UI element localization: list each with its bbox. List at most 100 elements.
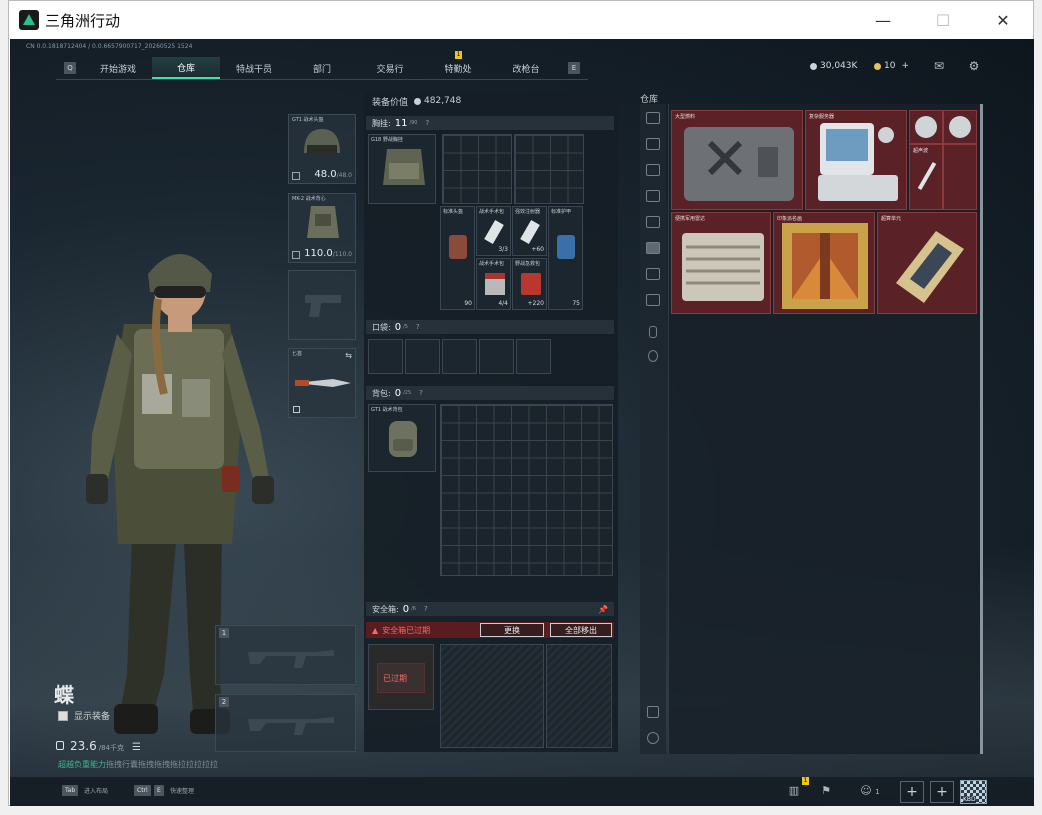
- pocket-slot[interactable]: [405, 339, 440, 374]
- equipment-value-amount: 482,748: [424, 96, 462, 106]
- chest-grid-1[interactable]: [442, 134, 512, 204]
- chest-item-first-aid[interactable]: 野战急救包 +220: [512, 258, 547, 310]
- item-label: 强效注射器: [515, 209, 541, 215]
- warehouse-item-server[interactable]: 复杂服务器: [805, 110, 907, 210]
- ctrl-combo-key[interactable]: E: [154, 785, 164, 796]
- chest-rig-slot[interactable]: G18 野战胸挂: [368, 134, 436, 204]
- warehouse-tab-icon[interactable]: [646, 164, 660, 176]
- tab-gunsmith[interactable]: 改枪台: [492, 57, 560, 79]
- durability-value: 110.0: [304, 248, 333, 259]
- lock-icon: [293, 406, 300, 413]
- safebox-header: 安全箱: 0 /6 ? 📌: [366, 602, 614, 616]
- help-icon[interactable]: ?: [416, 323, 420, 331]
- invite-slot-button[interactable]: +: [930, 781, 954, 803]
- sort-icon[interactable]: [647, 732, 659, 744]
- warehouse-item-supercomputer[interactable]: 超算单元: [877, 212, 977, 314]
- mail-icon[interactable]: ✉: [932, 59, 946, 73]
- primary-weapon-slot[interactable]: 1: [215, 625, 356, 685]
- section-count: 0: [402, 603, 410, 615]
- tab-operators[interactable]: 特战干员: [220, 57, 288, 79]
- gear-icon[interactable]: ⚙: [967, 59, 981, 73]
- slot-label: 匕首: [292, 351, 303, 357]
- secondary-weapon-slot[interactable]: 2: [215, 694, 356, 752]
- warehouse-item-ultrasound[interactable]: 超声波: [909, 144, 943, 210]
- tab-warehouse[interactable]: 仓库: [152, 57, 220, 79]
- player-avatar[interactable]: KBD: [960, 780, 987, 804]
- operator-name: 蝶: [54, 683, 74, 707]
- safebox-slot[interactable]: 已过期: [368, 644, 434, 710]
- move-all-button[interactable]: 全部移出: [550, 623, 612, 637]
- add-token-button[interactable]: +: [901, 61, 909, 71]
- armor-slot[interactable]: MK-2 战术背心 110.0/110.0: [288, 193, 356, 263]
- help-icon[interactable]: ?: [424, 605, 428, 613]
- warehouse-tab-icon[interactable]: [646, 138, 660, 150]
- show-equipment-toggle[interactable]: 显示装备: [58, 709, 110, 722]
- item-label: 战术手术包: [479, 209, 505, 215]
- chest-item-armor-plate[interactable]: 标准护甲 75: [548, 206, 583, 310]
- tip-prefix: 超越负重能力: [58, 760, 106, 769]
- tab-key[interactable]: Tab: [62, 785, 79, 796]
- checkbox[interactable]: [58, 710, 68, 721]
- warehouse-item-radar[interactable]: 便携军用雷达: [671, 212, 771, 314]
- warehouse-empty-cell[interactable]: [943, 144, 977, 210]
- tab-trading[interactable]: 交易行: [356, 57, 424, 79]
- help-icon[interactable]: ?: [419, 389, 423, 397]
- warehouse-tab-icon[interactable]: [646, 268, 660, 280]
- chest-item-helmet[interactable]: 标准头盔 90: [440, 206, 475, 310]
- chest-grid-2[interactable]: [514, 134, 584, 204]
- melee-slot[interactable]: 匕首 ⇆: [288, 348, 356, 418]
- nav-prev-key[interactable]: Q: [64, 62, 76, 74]
- injector-icon: [520, 219, 540, 245]
- warehouse-tab-icon[interactable]: [646, 242, 660, 254]
- nav-next-key[interactable]: E: [568, 62, 580, 74]
- lock-icon[interactable]: [649, 326, 657, 338]
- backpack-slot[interactable]: GT1 战术背包: [368, 404, 436, 472]
- chest-item-surgery-kit[interactable]: 战术手术包 4/4: [476, 258, 511, 310]
- hafu-coin-balance[interactable]: 30,043K: [810, 61, 857, 71]
- layers-icon[interactable]: [647, 706, 659, 718]
- help-icon[interactable]: ?: [425, 119, 429, 127]
- warehouse-tab-icon[interactable]: [646, 216, 660, 228]
- backpack-grid[interactable]: [440, 404, 613, 576]
- main-nav: Q 开始游戏 仓库 特战干员 部门 交易行 1 特勤处 改枪台 E: [56, 51, 588, 80]
- tab-label: 改枪台: [512, 64, 540, 75]
- ctrl-key[interactable]: Ctrl: [134, 785, 151, 796]
- pin-icon[interactable]: 📌: [598, 605, 608, 614]
- chest-item-injector[interactable]: 强效注射器 +60: [512, 206, 547, 256]
- tab-special-service[interactable]: 1 特勤处: [424, 51, 492, 79]
- tab-label: 部门: [312, 64, 331, 75]
- warehouse-tab-icon[interactable]: [646, 294, 660, 306]
- warehouse-tab-icon[interactable]: [646, 112, 660, 124]
- warehouse-item-fuel[interactable]: 大型燃料: [671, 110, 803, 210]
- durability: 110.0/110.0: [304, 248, 352, 259]
- pocket-slot[interactable]: [442, 339, 477, 374]
- warehouse-item-gem[interactable]: [943, 110, 977, 144]
- swap-icon[interactable]: ⇆: [345, 351, 352, 360]
- replace-button[interactable]: 更换: [480, 623, 544, 637]
- friends-button[interactable]: ☺ 1: [856, 783, 884, 799]
- flag-icon[interactable]: ⚑: [818, 783, 834, 799]
- chest-item-surgery[interactable]: 战术手术包 3/3: [476, 206, 511, 256]
- knife-icon: [295, 379, 351, 387]
- stats-icon[interactable]: ▥: [786, 783, 802, 799]
- pocket-slot[interactable]: [479, 339, 514, 374]
- minimize-button[interactable]: —: [853, 1, 913, 39]
- tab-start-game[interactable]: 开始游戏: [84, 57, 152, 79]
- pocket-slot[interactable]: [368, 339, 403, 374]
- pocket-slot[interactable]: [516, 339, 551, 374]
- warehouse-tab-icon[interactable]: [646, 190, 660, 202]
- token-balance[interactable]: 10 +: [874, 61, 909, 71]
- warehouse-grid[interactable]: 大型燃料 复杂服务器 超声波 便携军用雷达 印象派名画 超算单元: [668, 104, 980, 754]
- warehouse-item-gem[interactable]: [909, 110, 943, 144]
- warehouse-scrollbar[interactable]: [980, 104, 983, 754]
- settings-icon[interactable]: [648, 350, 658, 362]
- close-button[interactable]: ✕: [973, 1, 1033, 39]
- equipment-value: 装备价值 482,748: [364, 92, 461, 110]
- tab-department[interactable]: 部门: [288, 57, 356, 79]
- invite-slot-button[interactable]: +: [900, 781, 924, 803]
- list-icon[interactable]: ☰: [132, 742, 141, 753]
- maximize-button[interactable]: ☐: [913, 1, 973, 39]
- helmet-slot[interactable]: GT1 战术头盔 48.0/48.0: [288, 114, 356, 184]
- pistol-slot[interactable]: [288, 270, 356, 340]
- warehouse-item-painting[interactable]: 印象派名画: [773, 212, 875, 314]
